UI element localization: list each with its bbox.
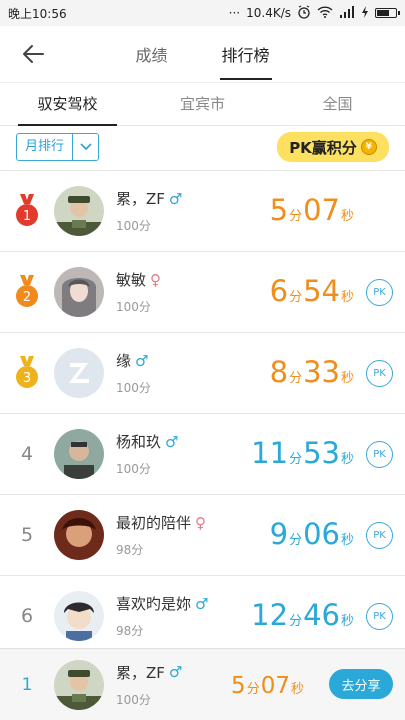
rank-number: 5 <box>20 524 34 546</box>
list-item[interactable]: 4 杨和玖 ♂ 100分 11 分 53 秒 PK <box>0 414 405 495</box>
list-item[interactable]: 5 最初的陪伴 ♀ 98分 9 分 06 秒 PK <box>0 495 405 576</box>
alarm-icon <box>297 4 311 22</box>
user-points: 100分 <box>116 300 151 314</box>
pk-button[interactable]: PK <box>366 441 393 468</box>
user-name: 最初的陪伴 <box>116 514 192 532</box>
user-points: 100分 <box>116 462 151 476</box>
back-button[interactable] <box>18 40 48 68</box>
scope-tab-city[interactable]: 宜宾市 <box>135 83 270 125</box>
avatar[interactable] <box>54 510 104 560</box>
period-dropdown[interactable]: 月排行 <box>16 133 100 161</box>
pk-button[interactable]: PK <box>366 360 393 387</box>
user-info: 敏敏 ♀ 100分 <box>116 269 236 315</box>
male-icon: ♂ <box>165 432 179 451</box>
user-name: 喜欢旳是妳 <box>116 595 192 613</box>
pk-button[interactable]: PK <box>366 279 393 306</box>
male-icon: ♂ <box>168 663 183 681</box>
male-icon: ♂ <box>135 351 149 370</box>
pk-button[interactable]: PK <box>366 603 393 630</box>
male-icon: ♂ <box>195 594 209 613</box>
pk-banner-text: PK赢积分 <box>289 138 357 157</box>
scope-tabs: 驭安驾校 宜宾市 全国 <box>0 82 405 126</box>
scope-tab-national[interactable]: 全国 <box>270 83 405 125</box>
completion-time: 9 分 06 秒 <box>269 517 354 551</box>
female-icon: ♀ <box>150 270 162 289</box>
my-rank-number: 1 <box>21 674 33 695</box>
list-item[interactable]: 6 喜欢旳是妳 ♂ 98分 12 分 46 秒 PK <box>0 576 405 657</box>
user-info: 最初的陪伴 ♀ 98分 <box>116 512 236 558</box>
user-name: 敏敏 <box>116 271 147 289</box>
user-name: 累，ZF <box>116 190 165 208</box>
avatar[interactable] <box>54 267 104 317</box>
user-points: 98分 <box>116 543 144 557</box>
my-points: 100分 <box>116 692 151 707</box>
avatar[interactable] <box>54 591 104 641</box>
status-icons: ··· 10.4K/s <box>228 4 400 22</box>
battery-icon <box>375 8 400 18</box>
my-info: 累，ZF ♂ 100分 <box>116 662 236 708</box>
user-name: 缘 <box>116 352 132 370</box>
my-rank-bar: 1 累，ZF ♂ 100分 5 分 07 秒 去分享 <box>0 648 405 720</box>
user-points: 100分 <box>116 219 151 233</box>
completion-time: 6 分 54 秒 <box>269 274 354 308</box>
signal-icon <box>339 5 355 21</box>
status-bar: 晚上10:56 ··· 10.4K/s <box>0 0 405 26</box>
arrow-left-icon <box>23 45 44 63</box>
network-speed: 10.4K/s <box>246 6 291 20</box>
orange-medal-icon: 2 <box>16 275 38 307</box>
pk-button[interactable]: PK <box>366 522 393 549</box>
svg-text:2: 2 <box>23 290 31 305</box>
avatar[interactable] <box>54 186 104 236</box>
user-info: 累，ZF ♂ 100分 <box>116 188 236 234</box>
share-button[interactable]: 去分享 <box>329 669 393 699</box>
user-info: 杨和玖 ♂ 100分 <box>116 431 236 477</box>
user-points: 100分 <box>116 381 151 395</box>
leaderboard-list: 1 累，ZF ♂ 100分 5 分 07 秒 2 敏敏 ♀ 100分 6 分 5… <box>0 170 405 657</box>
red-medal-icon: 1 <box>16 194 38 226</box>
tab-leaderboard[interactable]: 排行榜 <box>219 26 272 82</box>
wifi-icon <box>317 5 333 21</box>
chevron-down-icon <box>72 134 98 160</box>
scope-tab-school[interactable]: 驭安驾校 <box>0 83 135 126</box>
avatar[interactable] <box>54 429 104 479</box>
period-label: 月排行 <box>25 139 65 154</box>
svg-text:3: 3 <box>23 371 31 386</box>
svg-text:1: 1 <box>23 209 31 224</box>
my-avatar[interactable] <box>54 659 104 710</box>
completion-time: 12 分 46 秒 <box>251 598 354 632</box>
filter-bar: 月排行 PK赢积分 ¥ <box>0 126 405 168</box>
nav-tabs: 成绩 排行榜 <box>0 26 405 82</box>
my-completion-time: 5 分 07 秒 <box>231 673 304 699</box>
completion-time: 11 分 53 秒 <box>251 436 354 470</box>
status-dots: ··· <box>228 6 241 20</box>
rank-number: 6 <box>20 605 34 627</box>
list-item[interactable]: 3 缘 ♂ 100分 8 分 33 秒 PK <box>0 333 405 414</box>
completion-time: 8 分 33 秒 <box>269 355 354 389</box>
user-info: 缘 ♂ 100分 <box>116 350 236 396</box>
user-name: 杨和玖 <box>116 433 162 451</box>
avatar[interactable] <box>54 348 104 398</box>
completion-time: 5 分 07 秒 <box>269 193 354 227</box>
rank-cell: 1 <box>0 194 54 228</box>
charging-icon <box>361 5 369 21</box>
female-icon: ♀ <box>195 513 207 532</box>
list-item[interactable]: 2 敏敏 ♀ 100分 6 分 54 秒 PK <box>0 252 405 333</box>
pk-win-points-banner[interactable]: PK赢积分 ¥ <box>277 132 389 162</box>
user-points: 98分 <box>116 624 144 638</box>
status-time: 晚上10:56 <box>8 6 67 21</box>
list-item[interactable]: 1 累，ZF ♂ 100分 5 分 07 秒 <box>0 171 405 252</box>
rank-number: 4 <box>20 443 34 465</box>
my-name: 累，ZF <box>116 663 165 682</box>
tab-scores[interactable]: 成绩 <box>133 26 169 82</box>
coin-icon: ¥ <box>360 139 377 155</box>
user-info: 喜欢旳是妳 ♂ 98分 <box>116 593 236 639</box>
gold-medal-icon: 3 <box>16 356 38 388</box>
nav-bar: 成绩 排行榜 <box>0 26 405 82</box>
rank-cell: 2 <box>0 275 54 309</box>
rank-cell: 3 <box>0 356 54 390</box>
male-icon: ♂ <box>168 189 183 208</box>
